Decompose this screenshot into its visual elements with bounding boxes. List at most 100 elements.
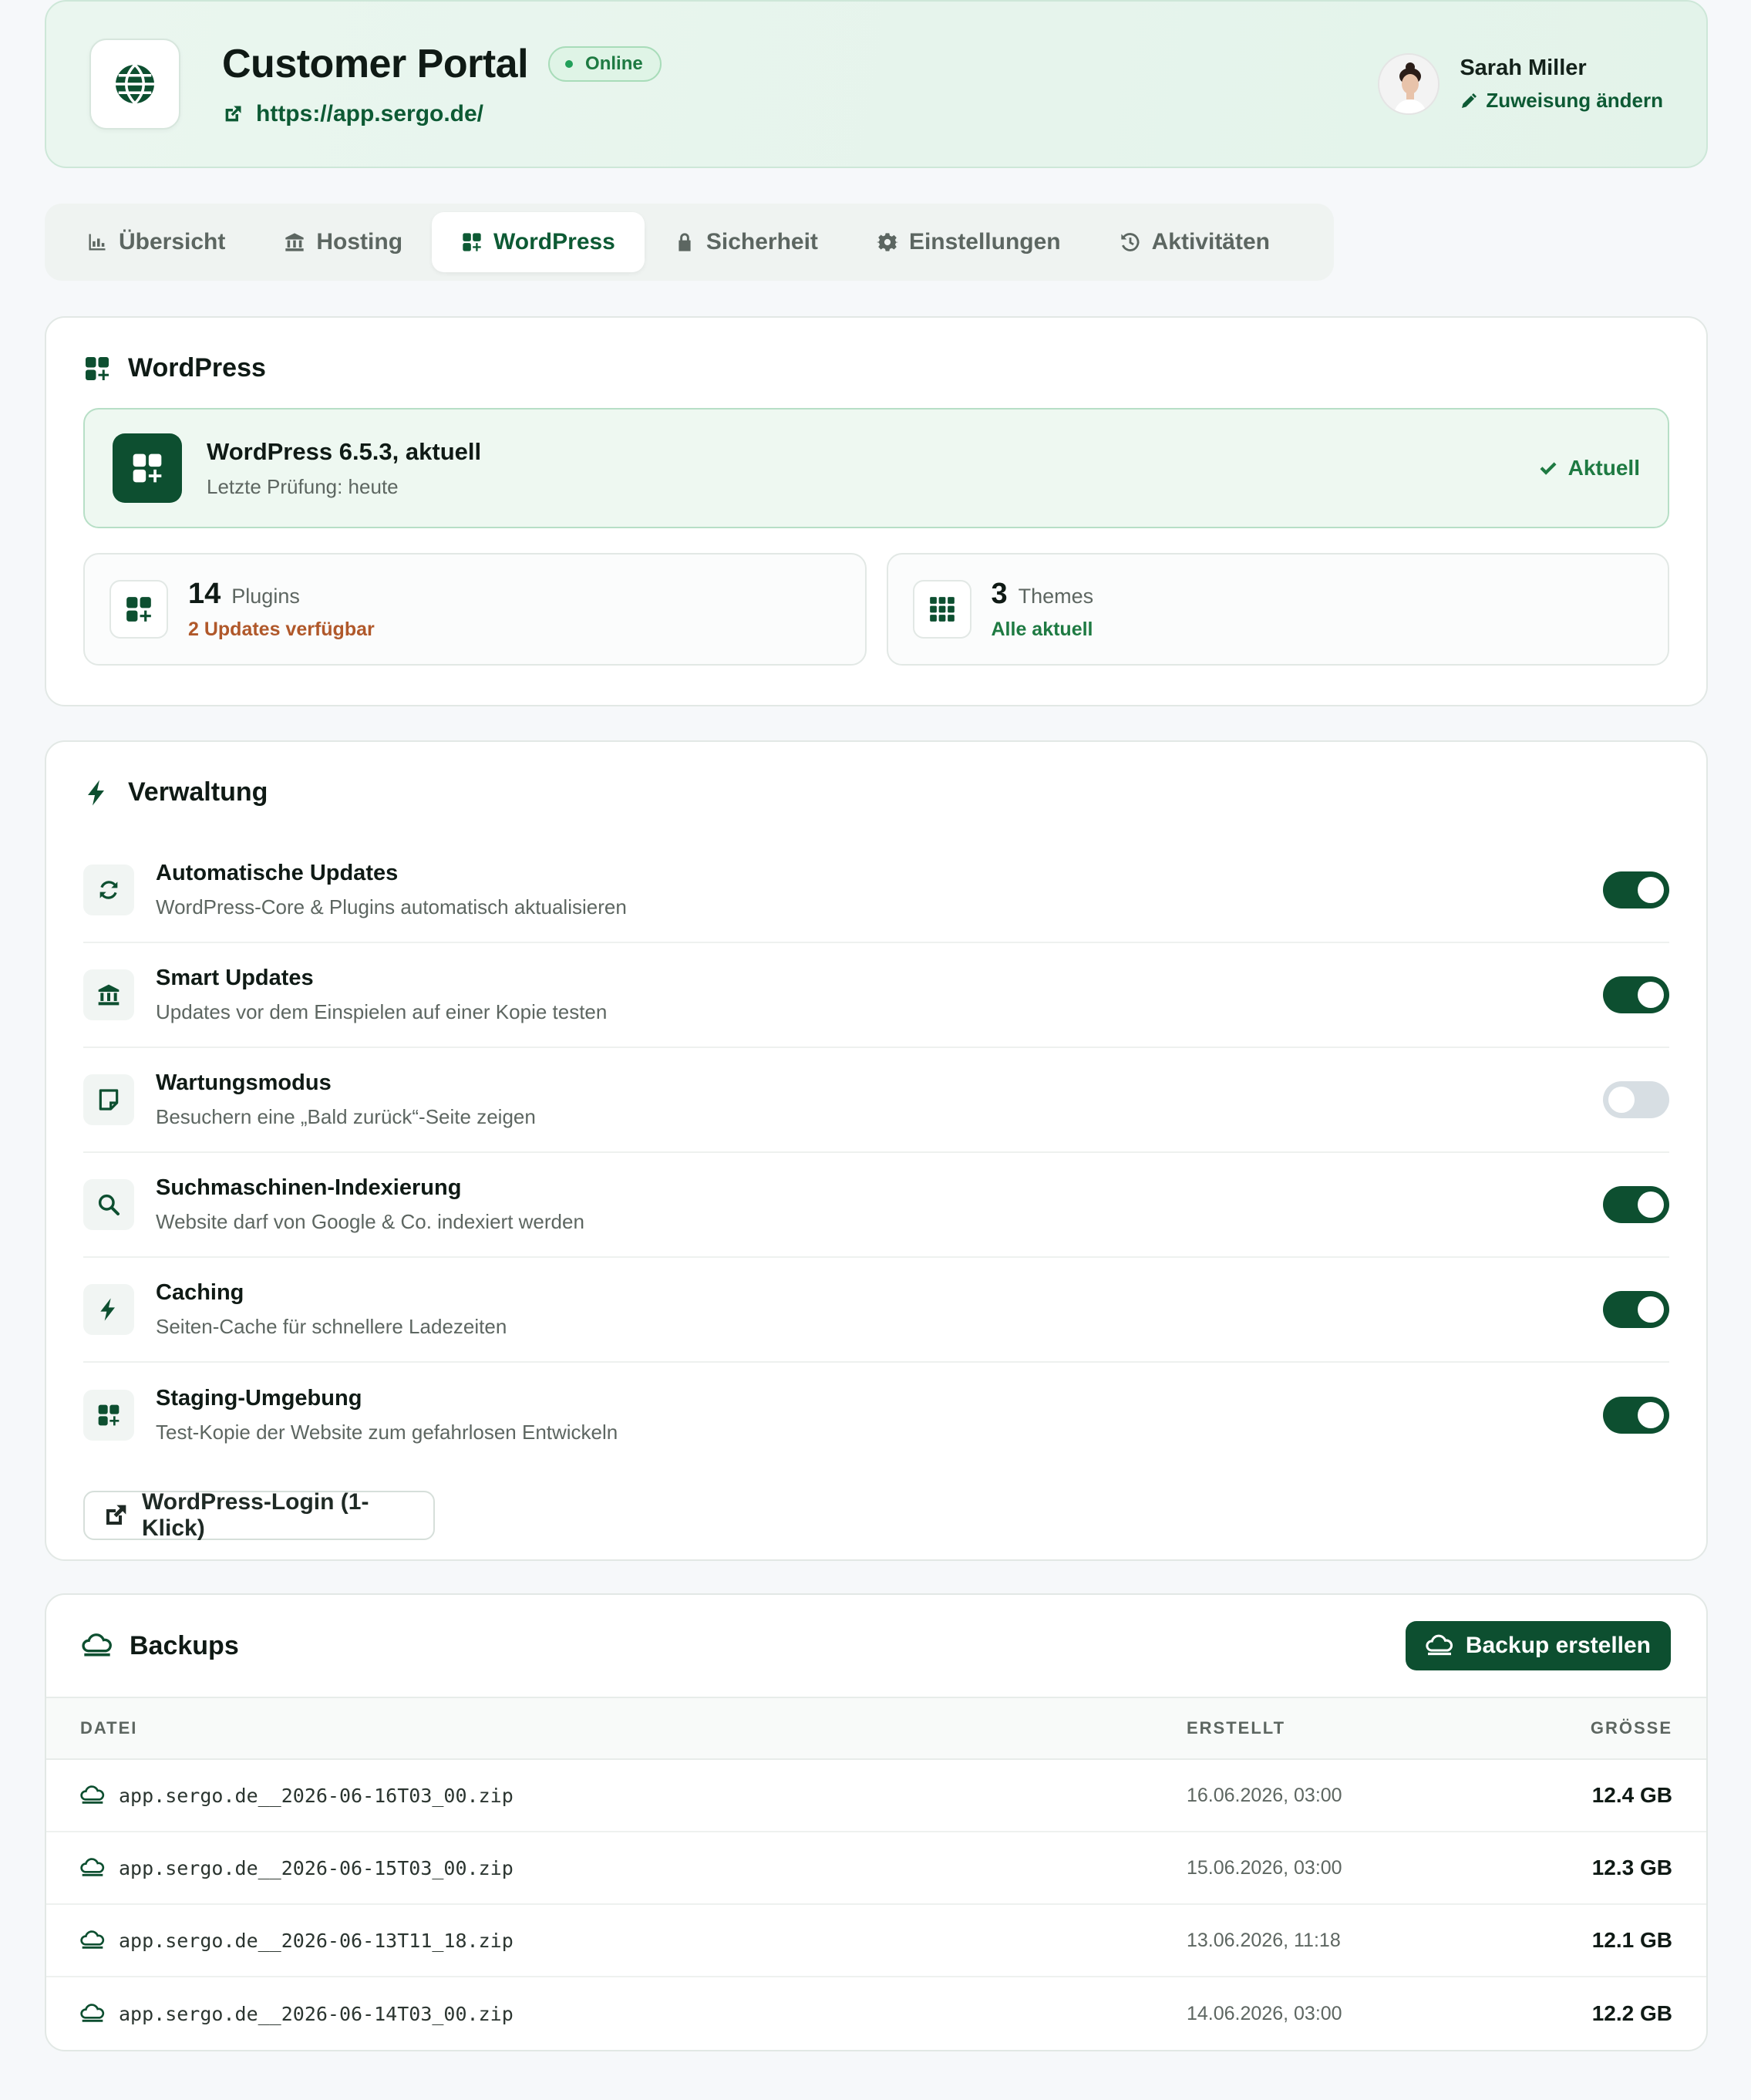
plugins-count: 14 [188, 578, 221, 610]
cloud-icon [80, 2004, 105, 2022]
check-icon [1540, 462, 1557, 475]
column-size: GRÖSSE [1590, 1718, 1672, 1738]
create-backup-button[interactable]: Backup erstellen [1405, 1621, 1671, 1670]
building-columns-icon [285, 233, 305, 251]
section-title-management: Verwaltung [83, 777, 1669, 807]
backup-file-name: app.sergo.de__2026-06-15T03_00.zip [119, 1856, 514, 1879]
setting-caching: Caching Seiten-Cache für schnellere Lade… [83, 1258, 1669, 1363]
cloud-icon [1426, 1634, 1453, 1656]
up-to-date-badge: Aktuell [1537, 456, 1640, 480]
refresh-icon [99, 881, 118, 899]
page-title: Customer Portal [222, 42, 529, 86]
backup-created: 15.06.2026, 03:00 [1187, 1856, 1342, 1879]
backup-file-name: app.sergo.de__2026-06-16T03_00.zip [119, 1784, 514, 1807]
grid-plus-icon [126, 597, 151, 622]
status-label: Online [585, 53, 643, 74]
search-indexing-toggle[interactable] [1603, 1186, 1669, 1223]
backup-size: 12.1 GB [1591, 1928, 1672, 1952]
setting-search-indexing: Suchmaschinen-Indexierung Website darf v… [83, 1153, 1669, 1258]
cloud-icon [80, 1930, 105, 1949]
cloud-icon [80, 1858, 105, 1876]
tab-bar: Übersicht Hosting WordPress Sicherheit E… [45, 204, 1334, 281]
section-title-wordpress: WordPress [83, 353, 1669, 383]
tab-hosting[interactable]: Hosting [254, 212, 432, 272]
site-url-link[interactable]: https://app.sergo.de/ [222, 101, 662, 127]
grid-plus-icon [463, 233, 481, 251]
themes-label: Themes [1018, 585, 1094, 608]
setting-staging: Staging-Umgebung Test-Kopie der Website … [83, 1363, 1669, 1468]
gear-icon [876, 233, 898, 251]
grid-plus-icon [86, 356, 109, 380]
page: Customer Portal Online https://app.sergo… [0, 0, 1751, 2100]
globe-icon [116, 63, 154, 105]
external-link-icon [225, 106, 241, 122]
wordpress-version-status: WordPress 6.5.3, aktuell Letzte Prüfung:… [83, 408, 1669, 528]
plugins-updates: 2 Updates verfügbar [188, 619, 375, 640]
chart-bar-icon [89, 234, 106, 251]
bolt-icon [88, 780, 104, 805]
setting-maintenance-mode: Wartungsmodus Besuchern eine „Bald zurüc… [83, 1048, 1669, 1153]
tab-overview[interactable]: Übersicht [57, 212, 254, 272]
themes-status: Alle aktuell [991, 619, 1093, 640]
backup-created: 13.06.2026, 11:18 [1187, 1929, 1341, 1951]
setting-smart-updates: Smart Updates Updates vor dem Einspielen… [83, 943, 1669, 1048]
backup-created: 16.06.2026, 03:00 [1187, 1784, 1342, 1806]
grid-icon [929, 597, 955, 622]
assigned-user: Sarah Miller Zuweisung ändern [1378, 53, 1663, 115]
table-row[interactable]: app.sergo.de__2026-06-14T03_00.zip 14.06… [46, 1977, 1706, 2050]
grid-plus-icon [133, 453, 162, 483]
status-badge: Online [548, 46, 662, 82]
tab-security[interactable]: Sicherheit [645, 212, 847, 272]
site-logo [89, 39, 180, 130]
wordpress-login-button[interactable]: WordPress-Login (1-Klick) [83, 1489, 435, 1541]
staging-toggle[interactable] [1603, 1397, 1669, 1434]
avatar [1378, 53, 1440, 115]
table-row[interactable]: app.sergo.de__2026-06-13T11_18.zip 13.06… [46, 1905, 1706, 1977]
themes-icon-box [912, 580, 971, 639]
backup-file-name: app.sergo.de__2026-06-14T03_00.zip [119, 2002, 514, 2025]
building-columns-icon [98, 984, 120, 1006]
grid-plus-icon [98, 1404, 120, 1426]
backup-file-name: app.sergo.de__2026-06-13T11_18.zip [119, 1929, 514, 1952]
search-icon [98, 1194, 120, 1215]
cloud-icon [82, 1633, 112, 1657]
note-icon [99, 1089, 119, 1111]
tab-activities[interactable]: Aktivitäten [1090, 212, 1299, 272]
external-link-icon [106, 1505, 126, 1525]
themes-count: 3 [991, 578, 1008, 610]
wordpress-logo [113, 433, 182, 503]
backups-card: Backups Backup erstellen DATEI ERSTELLT … [45, 1593, 1708, 2051]
setting-auto-updates: Automatische Updates WordPress-Core & Pl… [83, 838, 1669, 943]
bolt-icon [100, 1298, 115, 1321]
backups-table-header: DATEI ERSTELLT GRÖSSE [46, 1698, 1706, 1760]
cloud-icon [80, 1785, 105, 1804]
backup-size: 12.2 GB [1591, 2001, 1672, 2025]
wordpress-card: WordPress WordPress 6.5.3, aktuell Letzt… [45, 316, 1708, 706]
smart-updates-toggle[interactable] [1603, 976, 1669, 1013]
lock-icon [679, 233, 691, 251]
wordpress-version: WordPress 6.5.3, aktuell [207, 437, 482, 465]
plugins-icon-box [109, 580, 168, 639]
section-title-backups: Backups [82, 1630, 239, 1661]
management-card: Verwaltung Automatische Updates WordPres… [45, 740, 1708, 1561]
table-row[interactable]: app.sergo.de__2026-06-15T03_00.zip 15.06… [46, 1832, 1706, 1905]
caching-toggle[interactable] [1603, 1291, 1669, 1328]
tab-wordpress[interactable]: WordPress [432, 212, 645, 272]
column-created: ERSTELLT [1187, 1718, 1286, 1738]
change-assignment-link[interactable]: Zuweisung ändern [1460, 89, 1663, 113]
status-dot [565, 60, 574, 68]
maintenance-mode-toggle[interactable] [1603, 1081, 1669, 1118]
tab-settings[interactable]: Einstellungen [847, 212, 1090, 272]
history-icon [1120, 233, 1140, 251]
column-file: DATEI [80, 1718, 138, 1738]
table-row[interactable]: app.sergo.de__2026-06-16T03_00.zip 16.06… [46, 1760, 1706, 1832]
themes-stat[interactable]: 3 Themes Alle aktuell [886, 553, 1669, 666]
plugins-label: Plugins [231, 585, 300, 608]
backup-created: 14.06.2026, 03:00 [1187, 2002, 1342, 2024]
last-check: Letzte Prüfung: heute [207, 474, 399, 498]
plugins-stat[interactable]: 14 Plugins 2 Updates verfügbar [83, 553, 867, 666]
site-header: Customer Portal Online https://app.sergo… [45, 0, 1708, 168]
auto-updates-toggle[interactable] [1603, 871, 1669, 908]
backup-size: 12.3 GB [1591, 1856, 1672, 1879]
user-name: Sarah Miller [1460, 56, 1587, 80]
